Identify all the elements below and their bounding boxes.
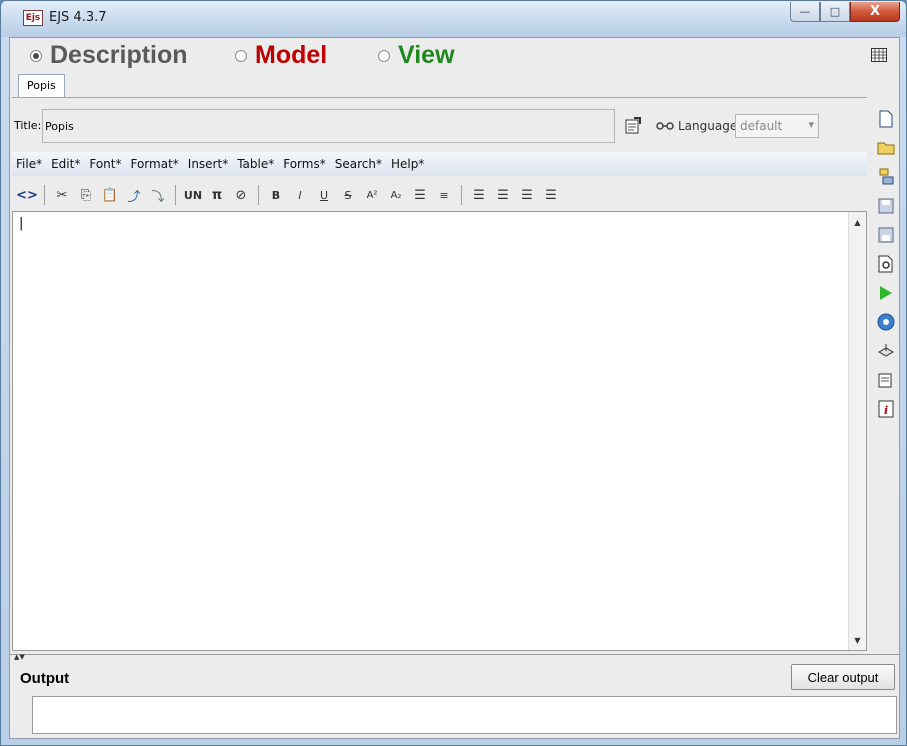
unicode-icon[interactable]: UN <box>182 186 204 204</box>
ejs-window: Ejs EJS 4.3.7 — □ X Description Model Vi… <box>0 0 907 746</box>
mode-description-radio[interactable]: Description <box>30 41 188 70</box>
toolbar-separator <box>175 185 176 205</box>
align-right-icon[interactable]: ☰ <box>516 186 538 204</box>
mode-model-label: Model <box>255 41 328 69</box>
menu-format[interactable]: Format* <box>130 157 178 171</box>
menu-table[interactable]: Table* <box>237 157 274 171</box>
description-page: Popis Title: Popis Language: default ▾ F… <box>12 74 867 654</box>
output-splitter[interactable]: ▲▼ <box>10 654 899 661</box>
package-icon[interactable] <box>876 340 896 361</box>
new-file-icon[interactable] <box>876 108 896 129</box>
copy-icon[interactable]: ⎘ <box>75 186 97 204</box>
mode-view-label: View <box>398 41 455 69</box>
menu-help[interactable]: Help* <box>391 157 424 171</box>
scroll-up-arrow-icon[interactable]: ▲ <box>849 214 866 230</box>
subscript-icon[interactable]: A₂ <box>385 186 407 204</box>
app-logo-icon: Ejs <box>23 10 43 26</box>
language-select[interactable]: default ▾ <box>735 114 819 138</box>
open-folder-icon[interactable] <box>876 137 896 158</box>
properties-icon[interactable] <box>876 369 896 390</box>
radio-selected-icon <box>30 49 42 62</box>
toolbar-separator <box>44 185 45 205</box>
chevron-down-icon: ▾ <box>808 118 814 131</box>
mode-selector: Description Model View <box>10 38 899 72</box>
clear-format-icon[interactable]: ⊘ <box>230 186 252 204</box>
language-label: Language: <box>678 119 742 133</box>
menu-insert[interactable]: Insert* <box>188 157 228 171</box>
output-area[interactable] <box>32 696 897 734</box>
bold-icon[interactable]: B <box>265 186 287 204</box>
bullet-list-icon[interactable]: ☰ <box>409 186 431 204</box>
right-toolbar: i <box>874 108 898 419</box>
window-title: EJS 4.3.7 <box>49 10 107 25</box>
output-label: Output <box>20 670 70 687</box>
close-button[interactable]: X <box>850 2 900 22</box>
paste-icon[interactable]: 📋 <box>99 186 121 204</box>
mode-view-radio[interactable]: View <box>378 41 455 70</box>
cut-icon[interactable]: ✂ <box>51 186 73 204</box>
source-toggle-icon[interactable]: <> <box>16 186 38 204</box>
align-justify-icon[interactable]: ☰ <box>540 186 562 204</box>
unlink-icon[interactable]: ⤵ <box>147 186 169 205</box>
run-icon[interactable] <box>876 282 896 303</box>
menu-file[interactable]: File* <box>16 157 42 171</box>
menu-search[interactable]: Search* <box>335 157 382 171</box>
pi-icon[interactable]: π <box>206 186 228 204</box>
save-as-icon[interactable] <box>876 224 896 245</box>
menu-forms[interactable]: Forms* <box>283 157 325 171</box>
clear-output-button[interactable]: Clear output <box>791 664 895 690</box>
title-input[interactable]: Popis <box>42 109 615 143</box>
web-icon[interactable] <box>876 311 896 332</box>
italic-icon[interactable]: I <box>289 186 311 204</box>
language-value: default <box>740 119 783 133</box>
mode-description-label: Description <box>50 41 188 69</box>
tab-popis[interactable]: Popis <box>18 74 65 98</box>
title-bar[interactable]: Ejs EJS 4.3.7 — □ X <box>1 1 906 37</box>
insert-link-icon[interactable]: ⤴ <box>123 186 145 205</box>
description-editor[interactable]: | ▲ ▼ <box>12 211 867 651</box>
underline-icon[interactable]: U <box>313 186 335 204</box>
main-panel: Description Model View Popis Title: Popi… <box>9 37 900 739</box>
strikethrough-icon[interactable]: S <box>337 186 359 204</box>
page-properties-icon[interactable] <box>624 117 642 135</box>
tab-divider <box>12 97 867 98</box>
layout-grid-icon[interactable] <box>870 46 888 64</box>
save-icon[interactable] <box>876 195 896 216</box>
toolbar-separator <box>258 185 259 205</box>
title-row: Title: Popis Language: default ▾ <box>12 108 867 144</box>
title-label: Title: <box>14 119 42 132</box>
menu-edit[interactable]: Edit* <box>51 157 80 171</box>
maximize-button[interactable]: □ <box>820 2 850 22</box>
minimize-button[interactable]: — <box>790 2 820 22</box>
info-icon[interactable]: i <box>876 398 896 419</box>
translate-icon[interactable] <box>656 117 674 135</box>
editor-menubar: File* Edit* Font* Format* Insert* Table*… <box>12 152 867 176</box>
radio-icon <box>378 49 390 62</box>
search-preview-icon[interactable] <box>876 253 896 274</box>
scroll-down-arrow-icon[interactable]: ▼ <box>849 632 866 648</box>
format-toolbar: <> ✂ ⎘ 📋 ⤴ ⤵ UN π ⊘ B I U S A² A₂ ☰ ≡ ☰ … <box>12 182 867 208</box>
superscript-icon[interactable]: A² <box>361 186 383 204</box>
menu-font[interactable]: Font* <box>89 157 121 171</box>
svg-text:i: i <box>884 404 888 417</box>
toolbar-separator <box>461 185 462 205</box>
align-left-icon[interactable]: ☰ <box>468 186 490 204</box>
align-center-icon[interactable]: ☰ <box>492 186 514 204</box>
mode-model-radio[interactable]: Model <box>235 41 327 70</box>
radio-icon <box>235 49 247 62</box>
open-server-icon[interactable] <box>876 166 896 187</box>
editor-caret: | <box>19 216 24 231</box>
numbered-list-icon[interactable]: ≡ <box>433 186 455 204</box>
editor-scrollbar[interactable]: ▲ ▼ <box>848 212 866 650</box>
